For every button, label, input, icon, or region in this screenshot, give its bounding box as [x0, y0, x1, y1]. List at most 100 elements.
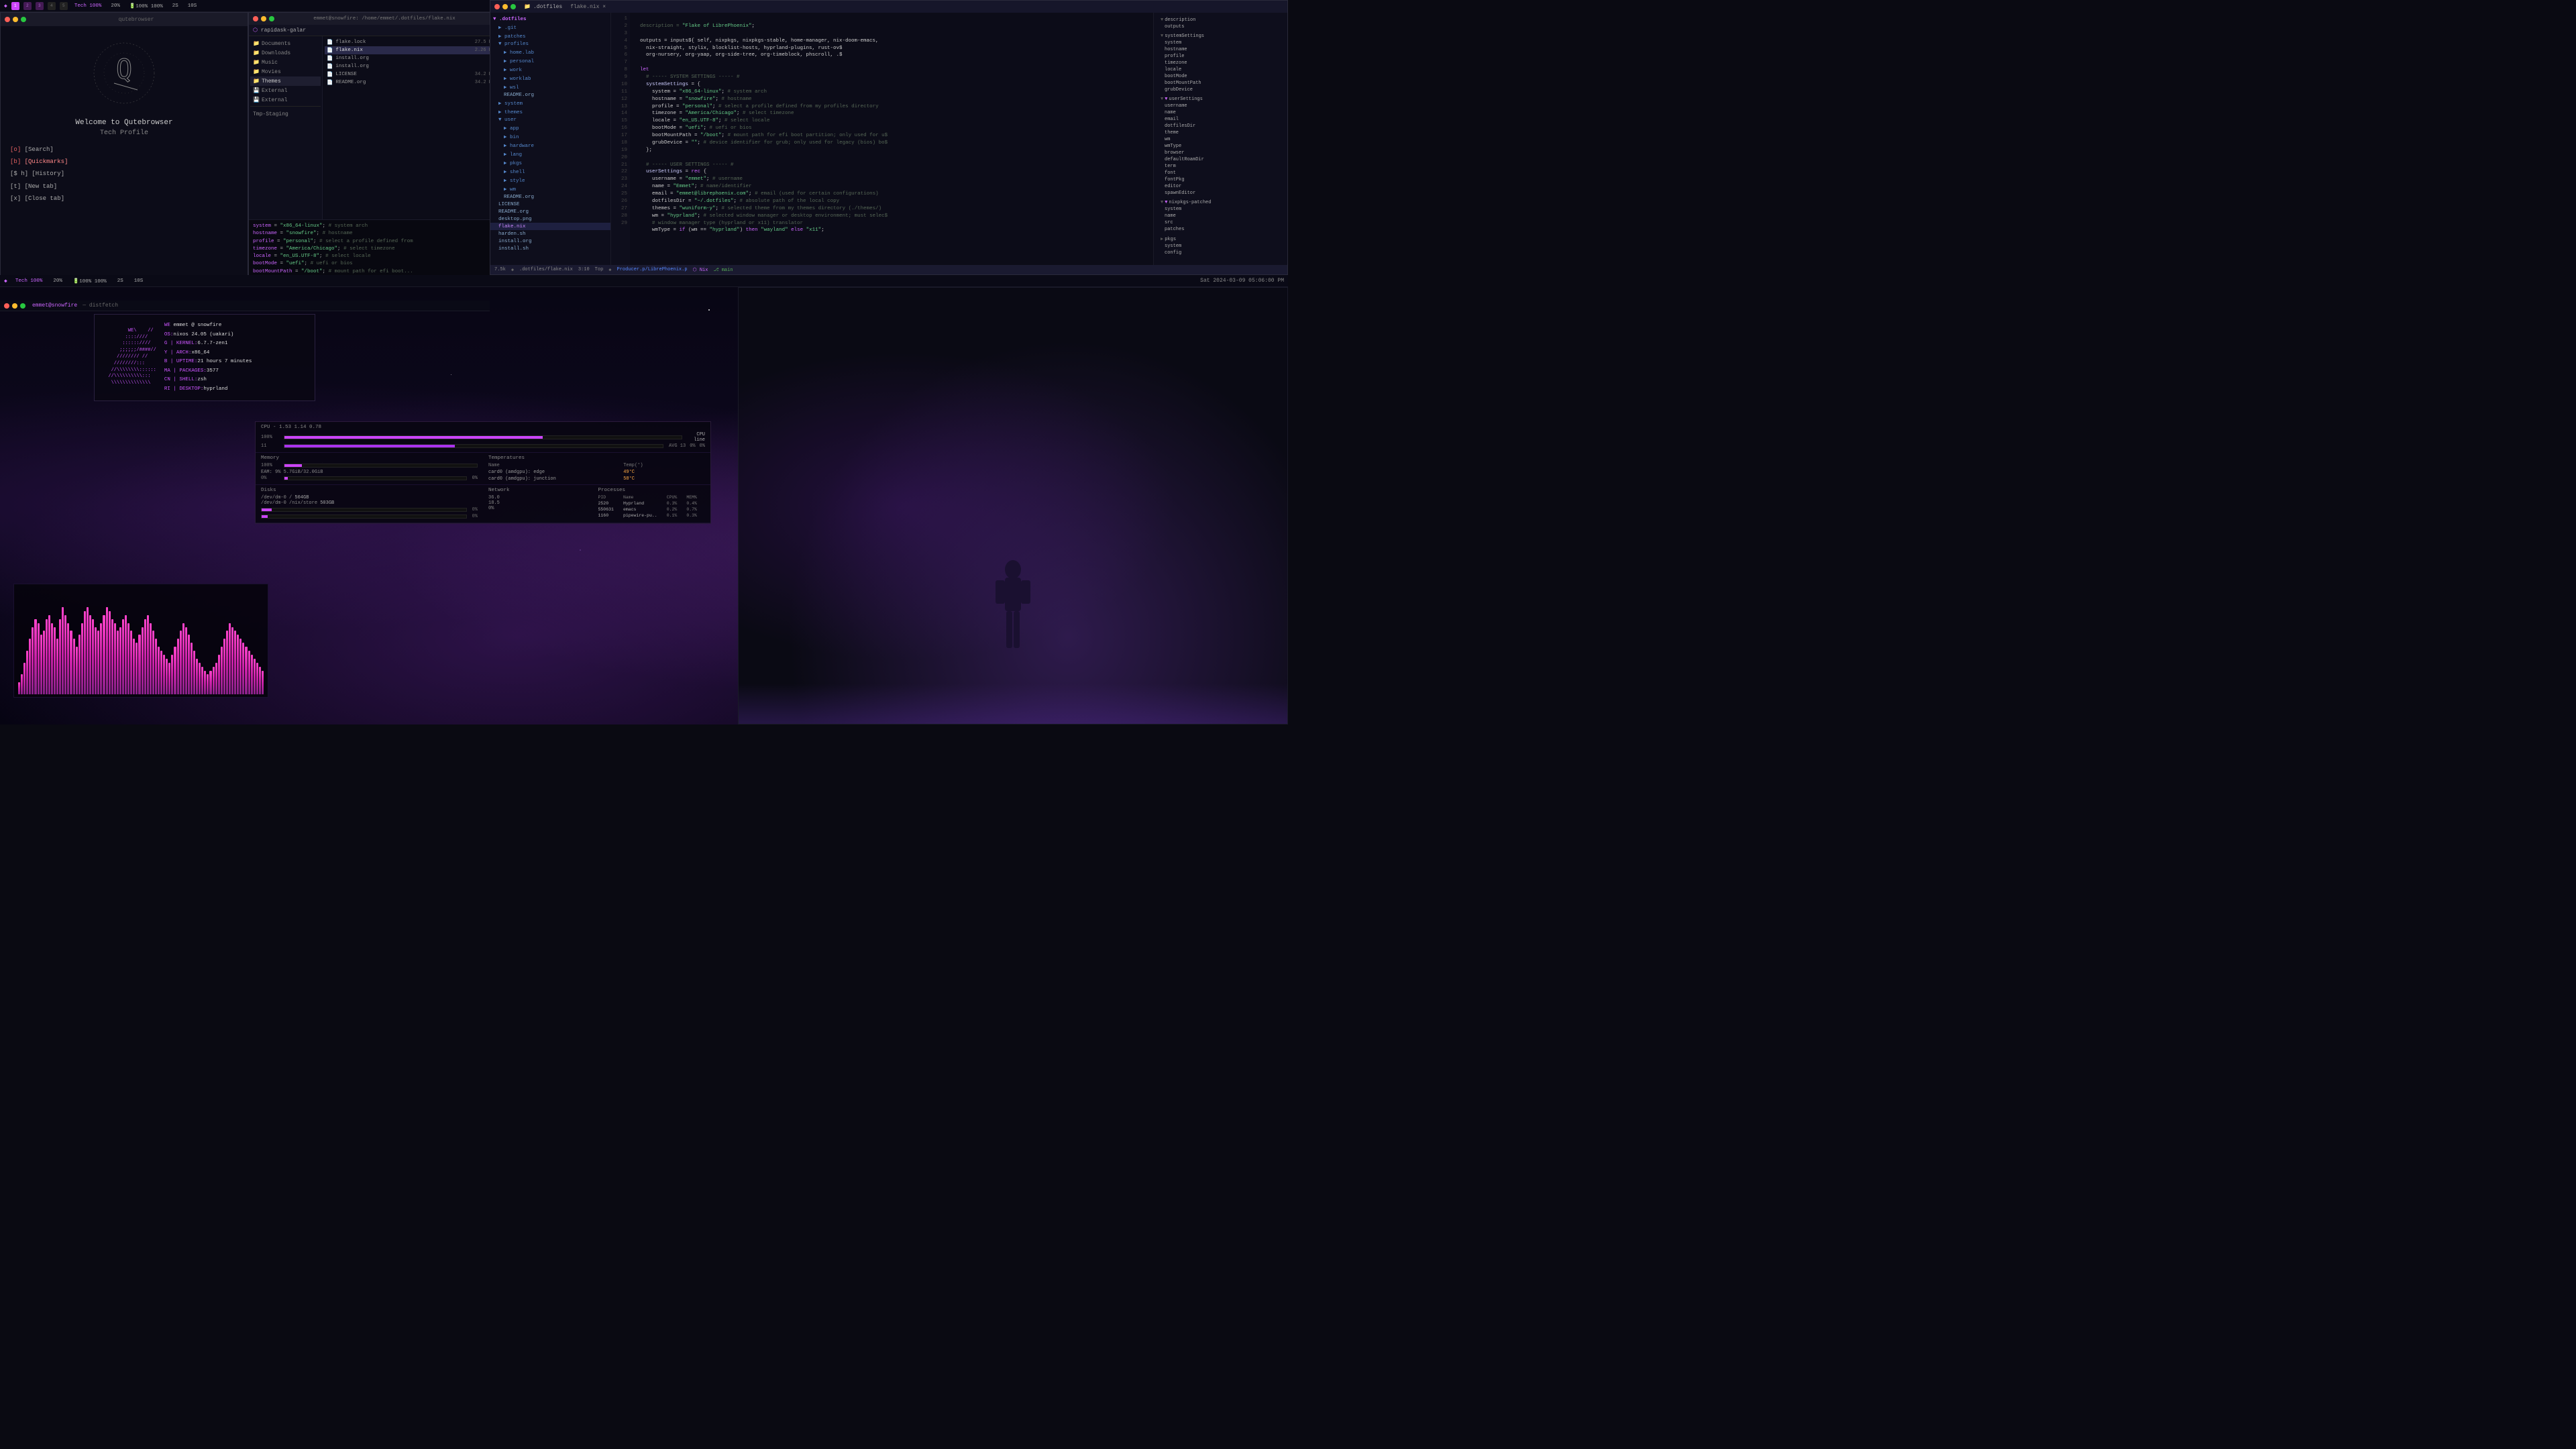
fm-sidebar-documents[interactable]: 📁 Documents [250, 39, 321, 48]
tree-harden[interactable]: harden.sh [490, 230, 610, 237]
fm-file-install-org1[interactable]: 📄 install.org [325, 54, 494, 62]
tree-git[interactable]: ▶ .git [490, 23, 610, 32]
rp-browser[interactable]: browser [1158, 150, 1283, 156]
tree-hardware[interactable]: ▶ hardware [490, 141, 610, 150]
rp-dotfilesdir[interactable]: dotfilesDir [1158, 123, 1283, 129]
tree-worklab[interactable]: ▶ worklab [490, 74, 610, 83]
rp-profile[interactable]: profile [1158, 53, 1283, 60]
rp-system[interactable]: system [1158, 40, 1283, 46]
fm-sidebar-tmp[interactable]: Tmp-Staging [250, 110, 321, 119]
browser-menu-closetab[interactable]: [x] [Close tab] [7, 193, 241, 205]
ws-1[interactable]: 1 [11, 2, 19, 10]
tree-bin[interactable]: ▶ bin [490, 132, 610, 141]
rp-term[interactable]: term [1158, 163, 1283, 170]
ws-2[interactable]: 2 [23, 2, 32, 10]
tree-system[interactable]: ▶ system [490, 99, 610, 107]
browser-menu-newtab[interactable]: [t] [New tab] [7, 180, 241, 193]
nf-min[interactable] [12, 303, 17, 309]
nf-max[interactable] [20, 303, 25, 309]
rp-grubdevice[interactable]: grubDevice [1158, 87, 1283, 93]
browser-menu-quickmarks[interactable]: [b] [Quickmarks] [7, 156, 241, 168]
rp-theme[interactable]: theme [1158, 129, 1283, 136]
code-file-tab[interactable]: flake.nix × [570, 4, 606, 10]
rp-user-settings[interactable]: ▼ ▼ userSettings [1158, 96, 1283, 103]
fm-max[interactable] [269, 16, 274, 21]
rp-pkgs-system[interactable]: system [1158, 243, 1283, 250]
tree-desktop[interactable]: desktop.png [490, 215, 610, 223]
tree-pkgs[interactable]: ▶ pkgs [490, 158, 610, 167]
ws-5[interactable]: 5 [60, 2, 68, 10]
rp-nixpkgs[interactable]: ▼ ▼ nixpkgs-patched [1158, 199, 1283, 206]
browser-menu-search[interactable]: [o] [Search] [7, 144, 241, 156]
rp-bootmountpath[interactable]: bootMountPath [1158, 80, 1283, 87]
browser-menu-history[interactable]: [$ h] [History] [7, 168, 241, 180]
tree-patches[interactable]: ▶ patches [490, 32, 610, 40]
tree-install-org[interactable]: install.org [490, 237, 610, 245]
rp-font[interactable]: font [1158, 170, 1283, 176]
tree-style[interactable]: ▶ style [490, 176, 610, 184]
fm-file-readme[interactable]: 📄 README.org 34.2 K [325, 78, 494, 87]
tree-profiles[interactable]: ▼ profiles [490, 40, 610, 48]
rp-name[interactable]: name [1158, 109, 1283, 116]
tree-readme-user[interactable]: README.org [490, 193, 610, 201]
tree-work[interactable]: ▶ work [490, 65, 610, 74]
rp-pkgs-config[interactable]: config [1158, 250, 1283, 256]
rp-outputs[interactable]: outputs [1158, 23, 1283, 30]
fm-sidebar-downloads[interactable]: 📁 Downloads [250, 48, 321, 58]
rp-email[interactable]: email [1158, 116, 1283, 123]
rp-system-settings[interactable]: ▼ systemSettings [1158, 33, 1283, 40]
tree-app[interactable]: ▶ app [490, 123, 610, 132]
maximize-dot[interactable] [21, 17, 26, 22]
tree-lang[interactable]: ▶ lang [490, 150, 610, 158]
rp-wmtype[interactable]: wmType [1158, 143, 1283, 150]
tree-personal[interactable]: ▶ personal [490, 56, 610, 65]
code-max[interactable] [511, 4, 516, 9]
tree-readme-profiles[interactable]: README.org [490, 91, 610, 99]
rp-nixpkgs-src[interactable]: src [1158, 219, 1283, 226]
rp-nixpkgs-name[interactable]: name [1158, 213, 1283, 219]
tree-shell[interactable]: ▶ shell [490, 167, 610, 176]
rp-pkgs[interactable]: ▶ pkgs [1158, 235, 1283, 243]
tree-user[interactable]: ▼ user [490, 116, 610, 123]
fm-min[interactable] [261, 16, 266, 21]
rp-nixpkgs-patches[interactable]: patches [1158, 226, 1283, 233]
code-min[interactable] [502, 4, 508, 9]
rp-nixpkgs-system[interactable]: system [1158, 206, 1283, 213]
rp-editor[interactable]: editor [1158, 183, 1283, 190]
fm-file-flake-nix[interactable]: 📄 flake.nix 2.26 K [325, 46, 494, 54]
rp-username[interactable]: username [1158, 103, 1283, 109]
minimize-dot[interactable] [13, 17, 18, 22]
tree-wsl[interactable]: ▶ wsl [490, 83, 610, 91]
term-line-5: locale = "en_US.UTF-8"; # select locale [253, 253, 492, 260]
rp-hostname[interactable]: hostname [1158, 46, 1283, 53]
fm-file-install-org2[interactable]: 📄 install.org [325, 62, 494, 70]
tree-install-sh[interactable]: install.sh [490, 245, 610, 252]
rp-bootmode[interactable]: bootMode [1158, 73, 1283, 80]
tree-wm[interactable]: ▶ wm [490, 184, 610, 193]
tree-flake-nix[interactable]: flake.nix [490, 223, 610, 230]
fm-close[interactable] [253, 16, 258, 21]
close-dot[interactable] [5, 17, 10, 22]
fm-sidebar-external1[interactable]: 💾 External [250, 86, 321, 95]
rp-locale[interactable]: locale [1158, 66, 1283, 73]
fm-sidebar-music[interactable]: 📁 Music [250, 58, 321, 67]
code-close[interactable] [494, 4, 500, 9]
tree-readme-root[interactable]: README.org [490, 208, 610, 215]
rp-wm[interactable]: wm [1158, 136, 1283, 143]
tree-license[interactable]: LICENSE [490, 201, 610, 208]
fm-sidebar-movies[interactable]: 📁 Movies [250, 67, 321, 76]
rp-defaultroamdir[interactable]: defaultRoamDir [1158, 156, 1283, 163]
ws-4[interactable]: 4 [48, 2, 56, 10]
tree-themes[interactable]: ▶ themes [490, 107, 610, 116]
fm-file-license[interactable]: 📄 LICENSE 34.2 K [325, 70, 494, 78]
rp-description[interactable]: ▼ description [1158, 17, 1283, 23]
rp-fontpkg[interactable]: fontPkg [1158, 176, 1283, 183]
rp-spawnedit[interactable]: spawnEditor [1158, 190, 1283, 197]
fm-file-flake-lock[interactable]: 📄 flake.lock 27.5 K [325, 38, 494, 46]
rp-timezone[interactable]: timezone [1158, 60, 1283, 66]
nf-close[interactable] [4, 303, 9, 309]
tree-homelab[interactable]: ▶ home.lab [490, 48, 610, 56]
ws-3[interactable]: 3 [36, 2, 44, 10]
fm-sidebar-external2[interactable]: 💾 External [250, 95, 321, 105]
fm-sidebar-themes[interactable]: 📁 Themes [250, 76, 321, 86]
